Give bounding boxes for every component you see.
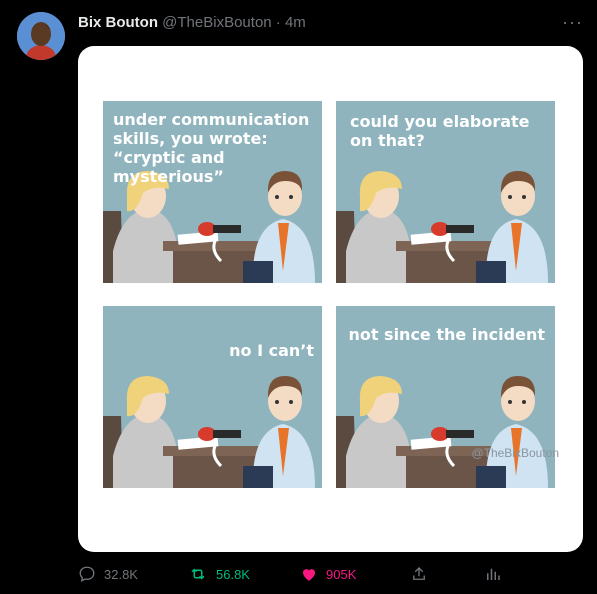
- comic-panel-2: could you elaborate on that?: [336, 101, 555, 283]
- tweet-actions: 32.8K 56.8K 905K: [78, 565, 583, 585]
- retweet-button[interactable]: 56.8K: [188, 565, 250, 583]
- panel-2-caption: could you elaborate on that?: [350, 112, 530, 150]
- views-button[interactable]: [484, 565, 502, 583]
- panel-4-caption: not since the incident: [348, 325, 545, 344]
- share-icon: [413, 567, 425, 580]
- comic-watermark: @TheBixBouton: [471, 446, 559, 460]
- reply-icon: [79, 566, 95, 582]
- panel-1-caption: under communication skills, you wrote: “…: [113, 110, 310, 186]
- share-button[interactable]: [410, 565, 428, 583]
- tweet-header: Bix Bouton @TheBixBouton · 4m: [78, 13, 306, 33]
- comic-panel-3: no I can’t: [103, 306, 322, 488]
- tweet-time[interactable]: 4m: [285, 14, 306, 31]
- author-handle[interactable]: @TheBixBouton: [162, 14, 271, 31]
- comic-panel-1: under communication skills, you wrote: “…: [103, 101, 322, 283]
- like-count: 905K: [326, 566, 357, 582]
- separator-dot: ·: [275, 14, 281, 31]
- panel-3-caption: no I can’t: [229, 341, 314, 360]
- reply-button[interactable]: 32.8K: [78, 565, 138, 583]
- retweet-icon: [191, 568, 205, 580]
- like-button[interactable]: 905K: [300, 565, 356, 583]
- comic-panel-4: not since the incident: [336, 306, 555, 488]
- analytics-icon: [487, 568, 500, 580]
- more-options-icon[interactable]: ···: [562, 12, 583, 33]
- author-avatar[interactable]: [17, 12, 65, 60]
- heart-icon: [303, 569, 315, 581]
- office-scene-illustration: [103, 376, 322, 488]
- author-name[interactable]: Bix Bouton: [78, 14, 158, 31]
- reply-count: 32.8K: [104, 566, 138, 582]
- retweet-count: 56.8K: [216, 566, 250, 582]
